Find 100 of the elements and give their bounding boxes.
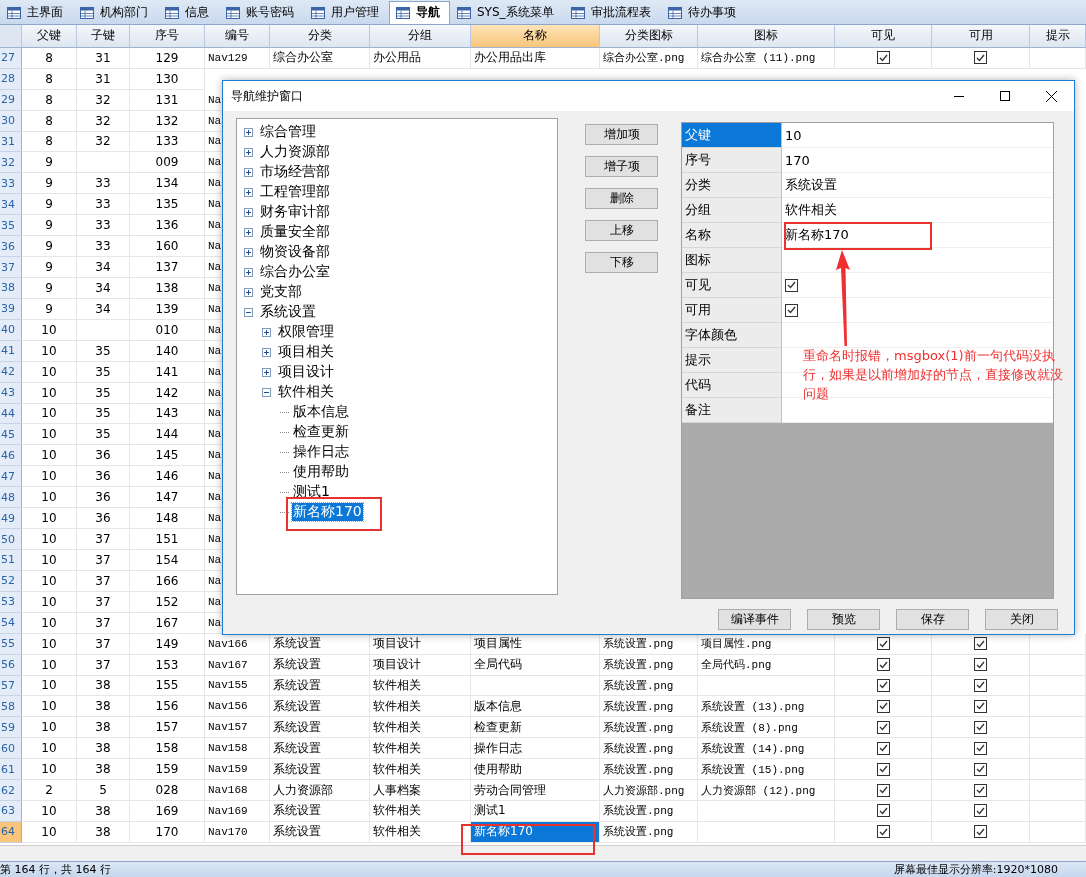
expand-icon[interactable] [262,327,271,337]
tab[interactable]: 账号密码 [219,0,304,24]
column-header[interactable]: 序号 [130,24,205,48]
checkbox[interactable] [876,804,890,818]
expand-icon[interactable] [244,147,253,157]
checkbox[interactable] [785,278,798,292]
checkbox[interactable] [876,678,890,692]
column-header[interactable]: 提示 [1030,24,1086,48]
checkbox[interactable] [974,678,987,692]
checkbox[interactable] [974,658,987,672]
expand-icon[interactable] [262,367,271,377]
tab[interactable]: 信息 [158,0,219,24]
checkbox[interactable] [876,741,890,755]
tab[interactable]: 审批流程表 [563,0,661,24]
tree-item[interactable]: 操作日志 [292,443,350,461]
tab[interactable]: 用户管理 [304,0,389,24]
column-header[interactable]: 可用 [932,24,1030,48]
property-label[interactable]: 图标 [682,248,782,273]
checkbox[interactable] [974,637,987,651]
checkbox[interactable] [876,762,890,776]
tree-item[interactable]: 权限管理 [277,323,335,341]
row-number: 29 [0,89,22,111]
expand-icon[interactable] [244,167,253,177]
checkbox[interactable] [876,637,890,651]
expand-icon[interactable] [244,287,253,297]
column-header[interactable]: 分类图标 [600,24,698,48]
expand-icon[interactable] [244,127,253,137]
checkbox[interactable] [974,825,987,839]
dialog-button[interactable]: 保存 [896,609,969,630]
expand-icon[interactable] [244,267,253,277]
property-label[interactable]: 可见 [682,273,782,298]
checkbox[interactable] [876,783,890,797]
checkbox[interactable] [785,303,798,317]
tree-item[interactable]: 检查更新 [292,423,350,441]
property-label[interactable]: 可用 [682,298,782,323]
row-number: 54 [0,612,22,634]
action-button[interactable]: 删除 [585,188,658,209]
property-label[interactable]: 名称 [682,223,782,248]
column-header[interactable]: 编号 [205,24,270,48]
property-label[interactable]: 代码 [682,373,782,398]
column-header[interactable]: 图标 [698,24,835,48]
column-header[interactable]: 可见 [835,24,932,48]
checkbox[interactable] [876,720,890,734]
property-label[interactable]: 提示 [682,348,782,373]
checkbox[interactable] [974,762,987,776]
checkbox[interactable] [974,783,987,797]
horizontal-scrollbar[interactable] [0,844,1086,861]
dialog-button[interactable]: 编译事件 [718,609,791,630]
tab[interactable]: 机构部门 [73,0,158,24]
column-header[interactable]: 名称 [471,24,600,48]
table-cell: Nav156 [205,696,270,718]
collapse-icon[interactable] [244,307,253,317]
property-label[interactable]: 分组 [682,198,782,223]
property-label[interactable]: 父键 [682,123,782,148]
tab[interactable]: SYS_系统菜单 [450,0,564,24]
action-button[interactable]: 增子项 [585,156,658,177]
checkbox[interactable] [876,825,890,839]
tree-item[interactable]: 项目设计 [277,363,335,381]
property-label[interactable]: 分类 [682,173,782,198]
tab[interactable]: 导航 [389,0,450,24]
expand-icon[interactable] [244,227,253,237]
table-icon [7,6,21,19]
checkbox[interactable] [974,741,987,755]
expand-icon[interactable] [262,347,271,357]
column-header[interactable]: 子键 [77,24,130,48]
expand-icon[interactable] [244,247,253,257]
tab[interactable]: 待办事项 [660,0,746,24]
checkbox[interactable] [974,804,987,818]
action-button[interactable]: 下移 [585,252,658,273]
checkbox[interactable] [876,699,890,713]
collapse-icon[interactable] [262,387,271,397]
dialog-button[interactable]: 预览 [807,609,880,630]
column-header[interactable]: 分类 [270,24,370,48]
tree-item[interactable]: 版本信息 [292,403,350,421]
table-cell: 项目设计 [370,633,471,655]
expand-icon[interactable] [244,207,253,217]
table-cell: 9 [22,236,77,258]
dialog-button[interactable]: 关闭 [985,609,1058,630]
table-cell: 32 [77,131,130,153]
action-button[interactable]: 增加项 [585,124,658,145]
tree-item[interactable]: 测试1 [292,483,331,501]
tree-item[interactable]: 软件相关 [277,383,335,401]
expand-icon[interactable] [244,187,253,197]
tree-item[interactable]: 新名称170 [292,503,363,521]
tree-item[interactable]: 项目相关 [277,343,335,361]
property-label[interactable]: 字体颜色 [682,323,782,348]
action-button[interactable]: 上移 [585,220,658,241]
tree-item[interactable]: 使用帮助 [292,463,350,481]
checkbox[interactable] [974,720,987,734]
property-label[interactable]: 备注 [682,398,782,423]
tab[interactable]: 主界面 [0,0,73,24]
column-header[interactable]: 父键 [22,24,77,48]
table-cell: Nav158 [205,738,270,760]
checkbox[interactable] [974,699,987,713]
checkbox[interactable] [974,51,987,65]
checkbox[interactable] [876,658,890,672]
column-header[interactable]: 分组 [370,24,471,48]
property-label[interactable]: 序号 [682,148,782,173]
table-cell: 10 [22,717,77,739]
checkbox[interactable] [876,51,890,65]
